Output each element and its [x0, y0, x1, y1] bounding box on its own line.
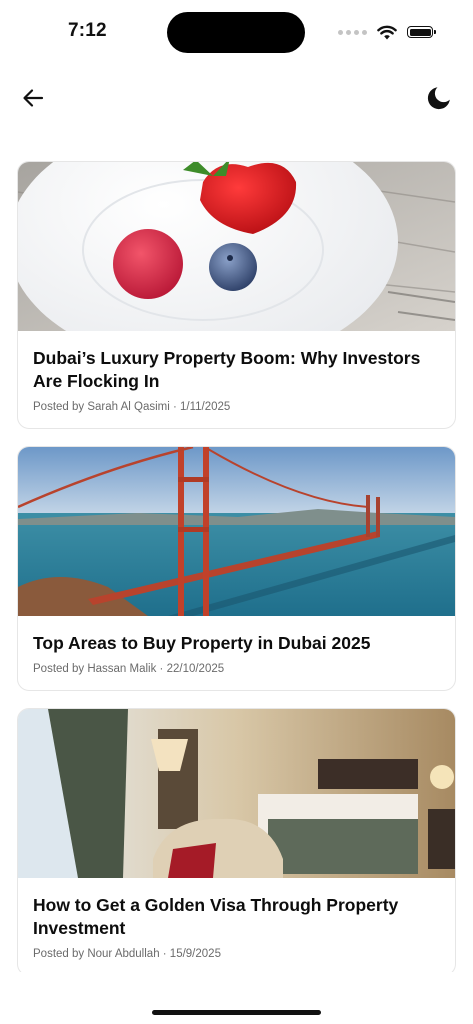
wifi-icon	[377, 25, 397, 39]
post-title[interactable]: Dubai’s Luxury Property Boom: Why Invest…	[33, 347, 440, 393]
status-icons	[338, 22, 436, 42]
post-meta: Posted by Hassan Malik · 22/10/2025	[33, 663, 225, 675]
post-image-bedroom	[18, 709, 455, 878]
nav-bar	[0, 75, 473, 121]
post-image-berries	[18, 162, 455, 331]
post-meta: Posted by Sarah Al Qasimi · 1/11/2025	[33, 401, 231, 413]
post-title[interactable]: Top Areas to Buy Property in Dubai 2025	[33, 632, 440, 655]
post-meta: Posted by Nour Abdullah · 15/9/2025	[33, 948, 221, 960]
status-bar: 7:12	[0, 0, 473, 60]
post-card[interactable]: Top Areas to Buy Property in Dubai 2025 …	[17, 446, 456, 691]
dynamic-island	[167, 12, 305, 53]
post-image-bridge	[18, 447, 455, 616]
moon-icon	[427, 87, 450, 110]
battery-icon	[407, 26, 436, 38]
back-button[interactable]	[20, 85, 46, 111]
post-card[interactable]: How to Get a Golden Visa Through Propert…	[17, 708, 456, 972]
arrow-left-icon	[23, 89, 44, 107]
post-card[interactable]: Dubai’s Luxury Property Boom: Why Invest…	[17, 161, 456, 429]
post-feed: Dubai’s Luxury Property Boom: Why Invest…	[17, 161, 456, 972]
status-time: 7:12	[68, 20, 107, 41]
theme-toggle-button[interactable]	[425, 84, 453, 112]
cellular-signal-icon	[338, 29, 367, 35]
post-title[interactable]: How to Get a Golden Visa Through Propert…	[33, 894, 440, 940]
home-indicator[interactable]	[152, 1010, 321, 1015]
